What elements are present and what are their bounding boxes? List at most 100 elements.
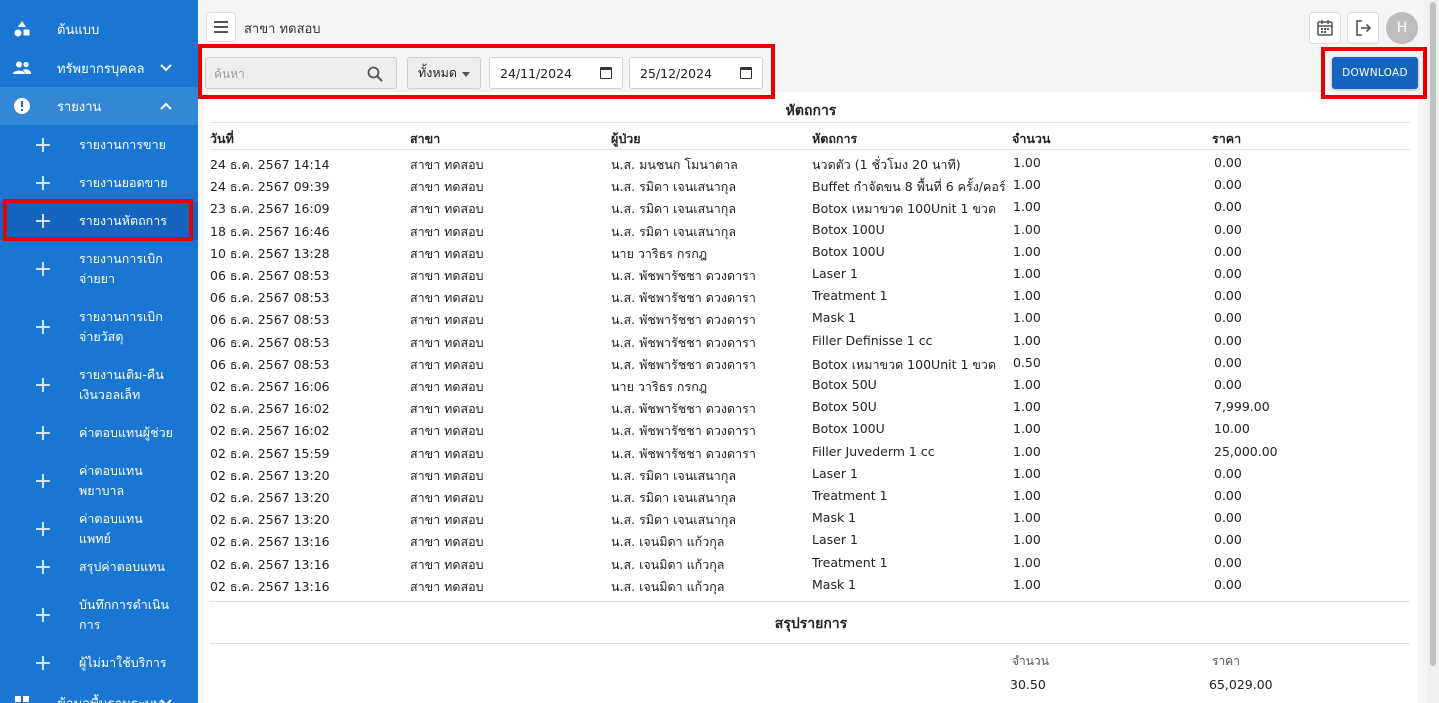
column-header-quantity: จำนวน bbox=[1012, 131, 1051, 146]
cell-branch: สาขา ทดสอบ bbox=[410, 312, 484, 328]
table-row: 02 ธ.ค. 2567 16:02 สาขา ทดสอบ น.ส. พัชพารั… bbox=[210, 418, 1410, 440]
chevron-down-icon bbox=[160, 61, 172, 75]
sidebar-item-wallet-report[interactable]: รายงานเติม-คืนเงินวอลเล็ท bbox=[0, 356, 198, 414]
cell-patient: น.ส. รมิดา เจนเสนากุล bbox=[611, 179, 736, 195]
cell-quantity: 1.00 bbox=[1013, 266, 1041, 281]
sidebar-item-doctor-fee[interactable]: ค่าตอบแทนแพทย์ bbox=[0, 510, 198, 548]
cell-date: 02 ธ.ค. 2567 15:59 bbox=[210, 445, 330, 461]
filter-bar: ทั้งหมด 24/11/2024 25/12/2024 DOWNLOAD bbox=[198, 48, 1427, 92]
cell-date: 24 ธ.ค. 2567 14:14 bbox=[210, 157, 330, 172]
cell-patient: น.ส. เจนมิดา แก้วกุล bbox=[611, 556, 725, 572]
logout-button[interactable] bbox=[1347, 12, 1379, 44]
cell-patient: น.ส. เจนมิดา แก้วกุล bbox=[611, 534, 725, 550]
cell-quantity: 1.00 bbox=[1013, 221, 1041, 237]
search-icon[interactable] bbox=[366, 65, 384, 83]
cell-patient: น.ส. รมิดา เจนเสนากุล bbox=[611, 512, 736, 528]
plus-icon bbox=[36, 320, 50, 334]
cell-price: 0.00 bbox=[1214, 243, 1242, 259]
download-button[interactable]: DOWNLOAD bbox=[1332, 57, 1418, 89]
search-input[interactable] bbox=[214, 64, 364, 84]
cell-price: 0.00 bbox=[1214, 221, 1242, 237]
select-value: ทั้งหมด bbox=[418, 65, 457, 80]
sidebar-item-assistant-fee[interactable]: ค่าตอบแทนผู้ช่วย bbox=[0, 414, 198, 452]
cell-patient: น.ส. พัชพารัชชา ดวงดารา bbox=[611, 268, 756, 283]
avatar[interactable]: H bbox=[1386, 12, 1418, 44]
branch-filter-select[interactable]: ทั้งหมด bbox=[407, 57, 481, 89]
calendar-button[interactable] bbox=[1309, 12, 1341, 44]
cell-patient: น.ส. รมิดา เจนเสนากุล bbox=[611, 490, 736, 505]
summary-title: สรุปรายการ bbox=[774, 616, 848, 632]
sidebar-item-drug-dispense-report[interactable]: รายงานการเบิกจ่ายยา bbox=[0, 240, 198, 298]
grid-icon bbox=[12, 693, 32, 703]
cell-date: 06 ธ.ค. 2567 08:53 bbox=[210, 312, 330, 328]
sidebar-item-activity-log[interactable]: บันทึกการดำเนินการ bbox=[0, 586, 198, 644]
table-row: 02 ธ.ค. 2567 13:16 สาขา ทดสอบ น.ส. เจนมิดา… bbox=[210, 552, 1410, 574]
divider bbox=[210, 643, 1410, 644]
cell-quantity: 1.00 bbox=[1013, 310, 1041, 326]
calendar-icon[interactable] bbox=[600, 67, 612, 79]
cell-branch: สาขา ทดสอบ bbox=[410, 423, 484, 439]
chevron-up-icon bbox=[160, 99, 172, 113]
cell-quantity: 1.00 bbox=[1013, 532, 1041, 548]
menu-toggle-button[interactable] bbox=[206, 12, 236, 42]
table-row: 02 ธ.ค. 2567 15:59 สาขา ทดสอบ น.ส. พัชพารั… bbox=[210, 441, 1410, 463]
date-to-input[interactable]: 25/12/2024 bbox=[629, 57, 763, 89]
cell-price: 0.00 bbox=[1214, 488, 1242, 503]
branch-title: สาขา ทดสอบ bbox=[244, 22, 321, 37]
cell-branch: สาขา ทดสอบ bbox=[410, 490, 484, 505]
date-from-value: 24/11/2024 bbox=[500, 65, 573, 81]
summary-price-total: 65,029.00 bbox=[1209, 677, 1273, 692]
people-icon bbox=[12, 58, 32, 78]
cell-price: 25,000.00 bbox=[1214, 443, 1278, 459]
sidebar-item-label: ค่าตอบแทนพยาบาล bbox=[79, 463, 143, 498]
sidebar-item-procedure-report[interactable]: รายงานหัตถการ bbox=[0, 202, 198, 240]
cell-patient: น.ส. พัชพารัชชา ดวงดารา bbox=[611, 356, 756, 372]
cell-date: 02 ธ.ค. 2567 13:20 bbox=[210, 467, 330, 483]
cell-patient: น.ส. พัชพารัชชา ดวงดารา bbox=[611, 312, 756, 328]
sidebar-item-no-show[interactable]: ผู้ไม่มาใช้บริการ bbox=[0, 644, 198, 682]
sidebar-item-hr[interactable]: ทรัพยากรบุคคล bbox=[0, 49, 198, 87]
table-row: 24 ธ.ค. 2567 09:39 สาขา ทดสอบ น.ส. รมิดา เ… bbox=[210, 174, 1410, 196]
calendar-icon[interactable] bbox=[740, 67, 752, 79]
cell-quantity: 1.00 bbox=[1013, 443, 1041, 459]
cell-patient: น.ส. พัชพารัชชา ดวงดารา bbox=[611, 401, 756, 417]
cell-date: 02 ธ.ค. 2567 13:20 bbox=[210, 490, 330, 505]
cell-procedure: Botox 100U bbox=[812, 243, 885, 259]
sidebar-item-sales-report[interactable]: รายงานการขาย bbox=[0, 126, 198, 164]
cell-procedure: Botox 100U bbox=[812, 421, 885, 437]
sidebar-item-sales-total-report[interactable]: รายงานยอดขาย bbox=[0, 164, 198, 202]
cell-quantity: 1.00 bbox=[1013, 377, 1041, 392]
table-row: 02 ธ.ค. 2567 13:16 สาขา ทดสอบ น.ส. เจนมิดา… bbox=[210, 529, 1410, 551]
sidebar-item-supply-dispense-report[interactable]: รายงานการเบิกจ่ายวัสดุ bbox=[0, 298, 198, 356]
caret-down-icon bbox=[462, 72, 470, 77]
sidebar-item-fee-summary[interactable]: สรุปค่าตอบแทน bbox=[0, 548, 198, 586]
cell-procedure: Botox 100U bbox=[812, 221, 885, 237]
table-row: 06 ธ.ค. 2567 08:53 สาขา ทดสอบ น.ส. พัชพารั… bbox=[210, 263, 1410, 285]
cell-branch: สาขา ทดสอบ bbox=[410, 157, 484, 172]
cell-branch: สาขา ทดสอบ bbox=[410, 401, 484, 417]
sidebar-item-system-data[interactable]: ข้อมูลพื้นฐานระบบ bbox=[0, 684, 198, 703]
cell-branch: สาขา ทดสอบ bbox=[410, 512, 484, 528]
cell-procedure: Mask 1 bbox=[812, 310, 857, 326]
scrollbar[interactable] bbox=[1427, 0, 1439, 703]
cell-branch: สาขา ทดสอบ bbox=[410, 467, 484, 483]
search-field[interactable] bbox=[205, 57, 397, 89]
sidebar-item-nurse-fee[interactable]: ค่าตอบแทนพยาบาล bbox=[0, 452, 198, 510]
table-row: 18 ธ.ค. 2567 16:46 สาขา ทดสอบ น.ส. รมิดา เ… bbox=[210, 219, 1410, 241]
column-header-price: ราคา bbox=[1212, 131, 1242, 146]
plus-icon bbox=[36, 138, 50, 152]
sidebar-item-prototype[interactable]: ต้นแบบ bbox=[0, 10, 198, 48]
table-row: 02 ธ.ค. 2567 16:02 สาขา ทดสอบ น.ส. พัชพารั… bbox=[210, 396, 1410, 418]
date-to-value: 25/12/2024 bbox=[640, 65, 713, 81]
cell-procedure: Filler Definisse 1 cc bbox=[812, 332, 933, 348]
cell-branch: สาขา ทดสอบ bbox=[410, 245, 484, 261]
sidebar-item-reports[interactable]: รายงาน bbox=[0, 87, 198, 125]
sidebar-item-label: ผู้ไม่มาใช้บริการ bbox=[79, 655, 167, 670]
date-from-input[interactable]: 24/11/2024 bbox=[489, 57, 623, 89]
logout-icon bbox=[1356, 20, 1372, 36]
cell-quantity: 1.00 bbox=[1013, 243, 1041, 259]
scrollbar-thumb[interactable] bbox=[1430, 2, 1436, 666]
cell-price: 0.00 bbox=[1214, 532, 1242, 548]
cell-branch: สาขา ทดสอบ bbox=[410, 534, 484, 550]
cell-procedure: Laser 1 bbox=[812, 266, 858, 281]
